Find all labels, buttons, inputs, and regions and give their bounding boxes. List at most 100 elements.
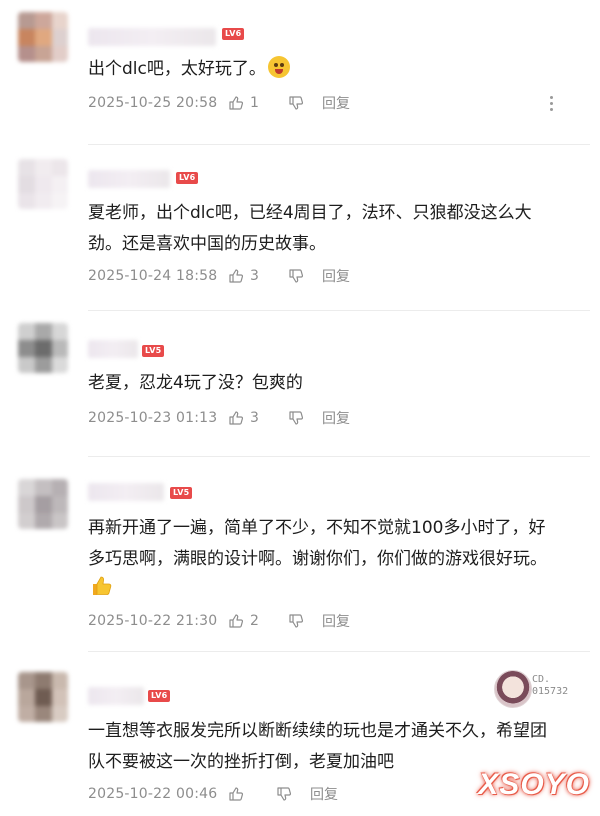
timestamp: 2025-10-25 20:58 [88, 95, 218, 111]
avatar-mosaic-tile [52, 176, 68, 193]
comment-text: 出个dlc吧，太好玩了。 [88, 54, 582, 85]
fan-badge-line: CD. [532, 674, 551, 685]
avatar-mosaic-tile [18, 340, 35, 357]
avatar-mosaic-tile [35, 513, 52, 529]
avatar-mosaic-tile [35, 340, 52, 357]
comment-line: 多巧思啊，满眼的设计啊。谢谢你们，你们做的游戏很好玩。 [88, 549, 547, 569]
avatar-mosaic-tile [52, 159, 68, 176]
laughing-face-emoji [267, 56, 290, 78]
comment-text: 再新开通了一遍，简单了不少，不知不觉就100多小时了，好 多巧思啊，满眼的设计啊… [88, 513, 582, 575]
avatar-mosaic-tile [18, 479, 35, 496]
comment-meta: 2025-10-22 00:46 回复 [88, 784, 338, 804]
avatar-mosaic-tile [18, 46, 35, 62]
avatar[interactable] [18, 12, 68, 62]
avatar-mosaic-tile [18, 357, 35, 373]
like-count: 3 [250, 268, 259, 284]
comment-text: 老夏，忍龙4玩了没？包爽的 [88, 368, 582, 399]
thumbs-up-emoji [93, 576, 112, 595]
avatar-mosaic-tile [52, 496, 68, 513]
comment-meta: 2025-10-23 01:13 3 回复 [88, 408, 350, 428]
thumbs-down-icon [277, 787, 292, 801]
avatar-mosaic-tile [35, 29, 52, 46]
timestamp: 2025-10-24 18:58 [88, 268, 218, 284]
avatar-mosaic-tile [18, 12, 35, 29]
dislike-button[interactable] [288, 410, 322, 426]
avatar-mosaic-tile [18, 176, 35, 193]
comment-item: LV6 出个dlc吧，太好玩了。 2025-10-25 20:58 1 回复 [0, 0, 600, 145]
avatar-mosaic-tile [18, 672, 35, 689]
like-button[interactable]: 1 [228, 95, 288, 111]
more-options-icon[interactable] [544, 96, 560, 112]
like-button[interactable]: 3 [228, 410, 288, 426]
thumbs-up-icon [229, 96, 244, 110]
like-button[interactable]: 2 [228, 613, 288, 629]
comment-item: LV5 老夏，忍龙4玩了没？包爽的 2025-10-23 01:13 3 回复 [0, 311, 600, 457]
level-badge: LV6 [222, 28, 245, 40]
username[interactable] [88, 170, 170, 188]
comment-line: 夏老师，出个dlc吧，已经4周目了，法环、只狼都没这么大 [88, 203, 532, 223]
dislike-button[interactable] [276, 786, 310, 802]
avatar-mosaic-tile [52, 689, 68, 706]
comment-item: LV6 夏老师，出个dlc吧，已经4周目了，法环、只狼都没这么大 劲。还是喜欢中… [0, 145, 600, 310]
avatar-mosaic-tile [18, 29, 35, 46]
level-badge: LV5 [170, 487, 193, 499]
avatar-mosaic-tile [35, 496, 52, 513]
like-button[interactable]: 3 [228, 268, 288, 284]
comment-line: 一直想等衣服发完所以断断续续的玩也是才通关不久，希望团 [88, 721, 547, 741]
avatar[interactable] [18, 672, 68, 722]
avatar-mosaic-tile [35, 46, 52, 62]
avatar-mosaic-tile [35, 672, 52, 689]
avatar-mosaic-tile [35, 689, 52, 706]
thumbs-up-icon [229, 411, 244, 425]
avatar-mosaic-tile [35, 193, 52, 209]
reply-button[interactable]: 回复 [322, 266, 350, 286]
avatar-mosaic-tile [52, 672, 68, 689]
avatar-mosaic-tile [18, 323, 35, 340]
avatar-mosaic-tile [18, 193, 35, 209]
comment-meta: 2025-10-25 20:58 1 回复 [88, 93, 350, 113]
avatar-mosaic-tile [52, 323, 68, 340]
username[interactable] [88, 340, 138, 358]
avatar-mosaic-tile [18, 706, 35, 722]
reply-button[interactable]: 回复 [322, 93, 350, 113]
avatar[interactable] [18, 479, 68, 529]
dislike-button[interactable] [288, 268, 322, 284]
level-badge: LV5 [142, 345, 165, 357]
comment-item: LV5 再新开通了一遍，简单了不少，不知不觉就100多小时了，好 多巧思啊，满眼… [0, 457, 600, 652]
username[interactable] [88, 483, 164, 501]
reply-button[interactable]: 回复 [322, 611, 350, 631]
comment-meta: 2025-10-24 18:58 3 回复 [88, 266, 350, 286]
thumbs-up-icon [229, 269, 244, 283]
like-count: 3 [250, 410, 259, 426]
thumbs-down-icon [289, 614, 304, 628]
dislike-button[interactable] [288, 95, 322, 111]
avatar[interactable] [18, 323, 68, 373]
thumbs-up-icon [229, 787, 244, 801]
username[interactable] [88, 687, 144, 705]
avatar-mosaic-tile [18, 513, 35, 529]
fan-badge-avatar[interactable] [494, 670, 532, 708]
timestamp: 2025-10-22 21:30 [88, 613, 218, 629]
avatar-mosaic-tile [35, 323, 52, 340]
reply-button[interactable]: 回复 [310, 784, 338, 804]
fan-badge-line: 015732 [532, 686, 569, 697]
comment-meta: 2025-10-22 21:30 2 回复 [88, 611, 350, 631]
thumbs-down-icon [289, 96, 304, 110]
like-button[interactable] [228, 786, 276, 802]
avatar-mosaic-tile [35, 159, 52, 176]
avatar-mosaic-tile [35, 12, 52, 29]
dislike-button[interactable] [288, 613, 322, 629]
comment-line: 再新开通了一遍，简单了不少，不知不觉就100多小时了，好 [88, 518, 546, 538]
avatar-mosaic-tile [52, 357, 68, 373]
comment-line: 出个dlc吧，太好玩了。 [88, 59, 266, 79]
comment-line: 老夏，忍龙4玩了没？包爽的 [88, 373, 303, 393]
level-badge: LV6 [176, 172, 199, 184]
avatar-mosaic-tile [52, 479, 68, 496]
avatar[interactable] [18, 159, 68, 209]
avatar-mosaic-tile [35, 479, 52, 496]
like-count: 2 [250, 613, 259, 629]
comment-line: 劲。还是喜欢中国的历史故事。 [88, 234, 326, 254]
username[interactable] [88, 28, 216, 46]
reply-button[interactable]: 回复 [322, 408, 350, 428]
avatar-mosaic-tile [18, 689, 35, 706]
